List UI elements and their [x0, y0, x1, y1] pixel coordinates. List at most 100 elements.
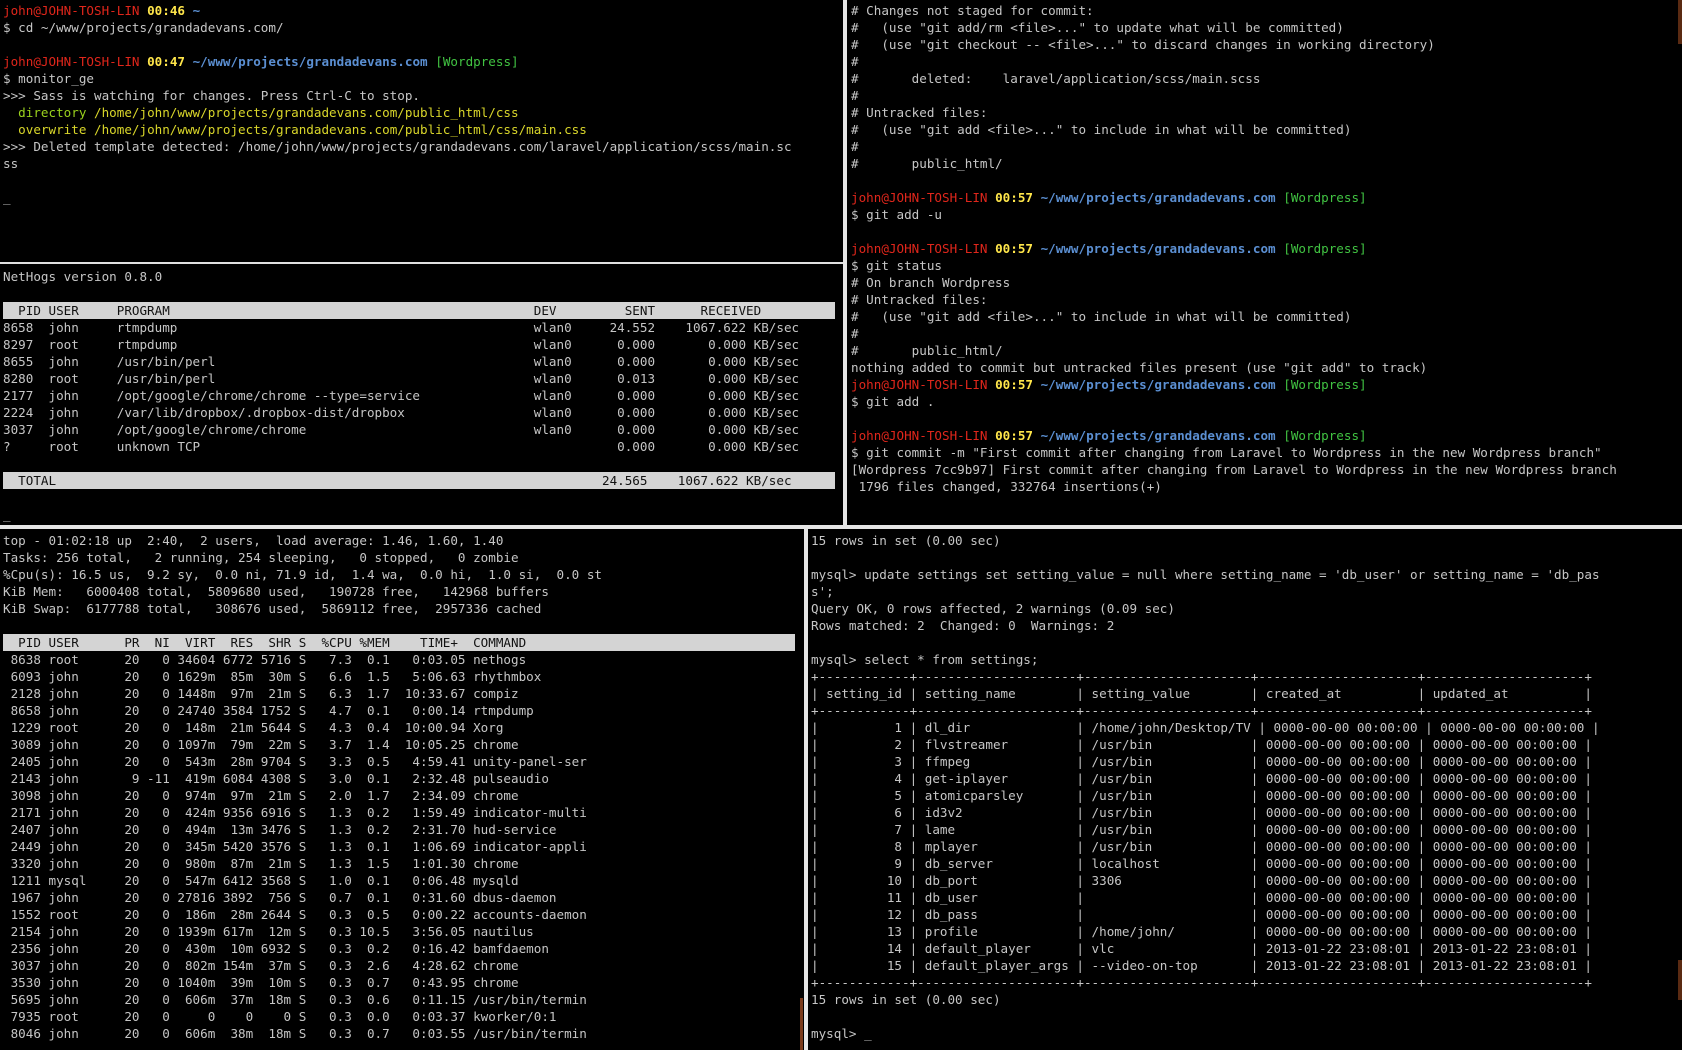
top-summary: top - 01:02:18 up 2:40, 2 users, load av…: [3, 532, 804, 617]
prompt-line: john@JOHN-TOSH-LIN 00:57 ~/www/projects/…: [851, 189, 1682, 206]
top-process-row: 2128 john 20 0 1448m 97m 21m S 6.3 1.7 1…: [3, 686, 519, 701]
terminal-line: # (use "git add <file>..." to include in…: [851, 122, 1352, 137]
pane-divider-vertical-bottom[interactable]: [804, 528, 808, 1050]
prompt-branch: [Wordpress]: [1283, 190, 1367, 205]
mysql-table-row: | setting_id | setting_name | setting_va…: [811, 686, 1592, 701]
top-process-row: 2407 john 20 0 494m 13m 3476 S 1.3 0.2 2…: [3, 822, 557, 837]
top-process-row: 1552 root 20 0 186m 28m 2644 S 0.3 0.5 0…: [3, 907, 587, 922]
nethogs-row: 2224 john /var/lib/dropbox/.dropbox-dist…: [3, 405, 800, 420]
mysql-table-row: | 4 | get-iplayer | /usr/bin | 0000-00-0…: [811, 771, 1592, 786]
top-process-row: 8046 john 20 0 606m 38m 18m S 0.3 0.7 0:…: [3, 1026, 587, 1041]
prompt-time: 00:57: [995, 190, 1033, 205]
top-process-row: 2154 john 20 0 1939m 617m 12m S 0.3 10.5…: [3, 924, 534, 939]
mysql-table-row: | 11 | db_user | | 0000-00-00 00:00:00 |…: [811, 890, 1592, 905]
mysql-table-row: | 6 | id3v2 | /usr/bin | 0000-00-00 00:0…: [811, 805, 1592, 820]
terminal-line: overwrite /home/john/www/projects/granda…: [3, 121, 842, 138]
top-process-row: 7935 root 20 0 0 0 0 S 0.3 0.0 0:03.37 k…: [3, 1009, 557, 1024]
top-process-row: 3037 john 20 0 802m 154m 37m S 0.3 2.6 4…: [3, 958, 519, 973]
nethogs-row: 8297 root rtmpdump wlan0 0.000 0.000 KB/…: [3, 337, 800, 352]
prompt-time: 00:57: [995, 377, 1033, 392]
terminal-line: ss: [3, 156, 19, 171]
prompt-line: john@JOHN-TOSH-LIN 00:46 ~: [3, 2, 842, 19]
terminal-pane-mysql[interactable]: 15 rows in set (0.00 sec) mysql> update …: [808, 530, 1682, 1050]
mysql-line: mysql> update settings set setting_value…: [811, 567, 1600, 582]
prompt-line: john@JOHN-TOSH-LIN 00:47 ~/www/projects/…: [3, 53, 842, 70]
terminal-line: #: [851, 54, 859, 69]
top-process-row: 1211 mysql 20 0 547m 6412 3568 S 1.0 0.1…: [3, 873, 519, 888]
top-process-row: 3530 john 20 0 1040m 39m 10m S 0.3 0.7 0…: [3, 975, 519, 990]
prompt-user: john@JOHN-TOSH-LIN: [851, 190, 988, 205]
top-process-list: 8638 root 20 0 34604 6772 5716 S 7.3 0.1…: [3, 651, 804, 1042]
sass-action-path: /home/john/www/projects/grandadevans.com…: [86, 122, 587, 137]
top-process-row: 2171 john 20 0 424m 9356 6916 S 1.3 0.2 …: [3, 805, 587, 820]
mysql-line: +------------+---------------------+----…: [811, 669, 1592, 684]
terminal-line: # (use "git add/rm <file>..." to update …: [851, 20, 1344, 35]
mysql-line: +------------+---------------------+----…: [811, 703, 1592, 718]
top-process-row: 3320 john 20 0 980m 87m 21m S 1.3 1.5 1:…: [3, 856, 519, 871]
top-summary-line: KiB Mem: 6000408 total, 5809680 used, 19…: [3, 584, 549, 599]
terminal-line: # public_html/: [851, 343, 1003, 358]
prompt-user: john@JOHN-TOSH-LIN: [3, 54, 140, 69]
mysql-table-row: | 14 | default_player | vlc | 2013-01-22…: [811, 941, 1592, 956]
prompt-user: john@JOHN-TOSH-LIN: [3, 3, 140, 18]
scrollbar-thumb[interactable]: [1678, 960, 1682, 1000]
terminal-pane-git[interactable]: # Changes not staged for commit: # (use "…: [848, 0, 1682, 524]
mysql-table-row: | 5 | atomicparsley | /usr/bin | 0000-00…: [811, 788, 1592, 803]
resize-grip[interactable]: [800, 998, 803, 1050]
mysql-table-row: | 9 | db_server | localhost | 0000-00-00…: [811, 856, 1592, 871]
terminal-line: #: [851, 88, 859, 103]
terminal-pane-top[interactable]: top - 01:02:18 up 2:40, 2 users, load av…: [0, 530, 804, 1050]
git-output: # Changes not staged for commit: # (use "…: [848, 0, 1682, 495]
top-process-row: 2143 john 9 -11 419m 6084 4308 S 3.0 0.1…: [3, 771, 549, 786]
terminal-line: nothing added to commit but untracked fi…: [851, 360, 1428, 375]
mysql-table-row: | 10 | db_port | 3306 | 0000-00-00 00:00…: [811, 873, 1592, 888]
pane-divider-vertical-top[interactable]: [843, 0, 847, 526]
mysql-table-row: | 8 | mplayer | /usr/bin | 0000-00-00 00…: [811, 839, 1592, 854]
terminal-line: # On branch Wordpress: [851, 275, 1011, 290]
mysql-line: mysql> select * from settings;: [811, 652, 1039, 667]
terminal-pane-sass[interactable]: john@JOHN-TOSH-LIN 00:46 ~ $ cd ~/www/pro…: [0, 0, 842, 262]
cursor: _: [3, 507, 11, 522]
prompt-time: 00:57: [995, 241, 1033, 256]
mysql-line: Query OK, 0 rows affected, 2 warnings (0…: [811, 601, 1175, 616]
terminal-line: #: [851, 326, 859, 341]
nethogs-row: 8280 root /usr/bin/perl wlan0 0.013 0.00…: [3, 371, 800, 386]
command-line: $ git add .: [851, 394, 935, 409]
mysql-line: [811, 549, 1682, 566]
terminal-line: [Wordpress 7cc9b97] First commit after c…: [851, 462, 1617, 477]
mysql-table-row: | 3 | ffmpeg | /usr/bin | 0000-00-00 00:…: [811, 754, 1592, 769]
prompt-branch: [Wordpress]: [1283, 428, 1367, 443]
nethogs-row: 3037 john /opt/google/chrome/chrome wlan…: [3, 422, 800, 437]
mysql-table-row: | 15 | default_player_args | --video-on-…: [811, 958, 1592, 973]
terminal-line: # Changes not staged for commit:: [851, 3, 1094, 18]
top-process-row: 6093 john 20 0 1629m 85m 30m S 6.6 1.5 5…: [3, 669, 542, 684]
command-line: $ cd ~/www/projects/grandadevans.com/: [3, 20, 284, 35]
top-process-row: 1229 root 20 0 148m 21m 5644 S 4.3 0.4 1…: [3, 720, 504, 735]
prompt-time: 00:57: [995, 428, 1033, 443]
mysql-line: Rows matched: 2 Changed: 0 Warnings: 2: [811, 618, 1115, 633]
nethogs-row: ? root unknown TCP 0.000 0.000 KB/sec: [3, 439, 800, 454]
top-process-row: 8658 john 20 0 24740 3584 1752 S 4.7 0.1…: [3, 703, 534, 718]
nethogs-version: NetHogs version 0.8.0: [3, 269, 163, 284]
scrollbar-thumb[interactable]: [1678, 0, 1682, 44]
pane-divider-horizontal-left[interactable]: [0, 262, 843, 264]
prompt-line: john@JOHN-TOSH-LIN 00:57 ~/www/projects/…: [851, 240, 1682, 257]
command-line: $ monitor_ge: [3, 71, 94, 86]
terminal-line: # (use "git add <file>..." to include in…: [851, 309, 1352, 324]
pane-divider-horizontal-middle[interactable]: [0, 525, 1682, 529]
terminal-line: directory /home/john/www/projects/granda…: [3, 104, 842, 121]
terminal-line: # Untracked files:: [851, 105, 988, 120]
top-summary-line: top - 01:02:18 up 2:40, 2 users, load av…: [3, 533, 504, 548]
prompt-path: ~: [192, 3, 201, 18]
mysql-table-row: | 1 | dl_dir | /home/john/Desktop/TV | 0…: [811, 720, 1600, 735]
mysql-line: [811, 1008, 1682, 1025]
terminal-line: # deleted: laravel/application/scss/main…: [851, 71, 1261, 86]
top-process-row: 8638 root 20 0 34604 6772 5716 S 7.3 0.1…: [3, 652, 527, 667]
top-summary-line: KiB Swap: 6177788 total, 308676 used, 58…: [3, 601, 542, 616]
terminal-pane-nethogs[interactable]: NetHogs version 0.8.0 PID USER PROGRAM D…: [0, 264, 842, 524]
prompt-line: john@JOHN-TOSH-LIN 00:57 ~/www/projects/…: [851, 376, 1682, 393]
